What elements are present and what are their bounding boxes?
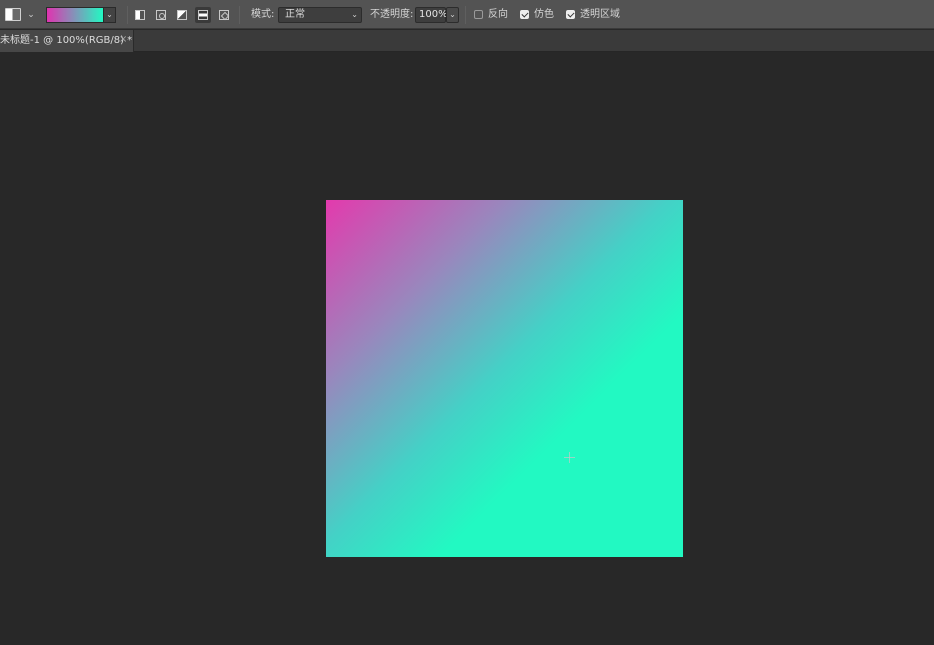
document-canvas[interactable] xyxy=(326,200,683,557)
document-tab-bar: 未标题-1 @ 100%(RGB/8) * × xyxy=(0,30,934,52)
opacity-input[interactable]: 100% xyxy=(415,7,448,23)
reverse-label: 反向 xyxy=(488,9,508,20)
separator xyxy=(127,6,128,24)
diamond-gradient-icon[interactable] xyxy=(216,7,232,23)
document-tab[interactable]: 未标题-1 @ 100%(RGB/8) * × xyxy=(0,30,134,52)
tool-preset-chevron-down-icon[interactable]: ⌄ xyxy=(26,10,36,20)
linear-gradient-icon[interactable] xyxy=(132,7,148,23)
dither-checkbox[interactable] xyxy=(520,10,529,19)
dither-label: 仿色 xyxy=(534,9,554,20)
opacity-slider-chevron-down-icon[interactable]: ⌄ xyxy=(446,7,459,23)
document-tab-title: 未标题-1 @ 100%(RGB/8) * xyxy=(0,35,133,46)
radial-gradient-icon[interactable] xyxy=(153,7,169,23)
opacity-label: 不透明度: xyxy=(370,9,414,20)
crosshair-cursor-icon xyxy=(564,452,575,463)
chevron-down-icon: ⌄ xyxy=(351,10,358,19)
gradient-editor-swatch[interactable] xyxy=(46,7,104,23)
reverse-checkbox[interactable] xyxy=(474,10,483,19)
mode-select[interactable]: 正常 ⌄ xyxy=(278,7,362,23)
separator xyxy=(465,6,466,24)
mode-value: 正常 xyxy=(285,9,305,20)
close-icon[interactable]: × xyxy=(119,34,127,46)
transparency-label: 透明区域 xyxy=(580,9,620,20)
angle-gradient-icon[interactable] xyxy=(174,7,190,23)
options-bar: ⌄ ⌄ 模式: 正常 ⌄ 不透明度: 100% ⌄ 反向 仿色 透明区域 xyxy=(0,0,934,29)
reflected-gradient-icon[interactable] xyxy=(195,7,211,23)
mode-label: 模式: xyxy=(251,9,275,20)
transparency-checkbox[interactable] xyxy=(566,10,575,19)
separator xyxy=(239,6,240,24)
gradient-picker-chevron-down-icon[interactable]: ⌄ xyxy=(104,7,116,23)
gradient-tool-preset-icon[interactable] xyxy=(5,8,21,21)
